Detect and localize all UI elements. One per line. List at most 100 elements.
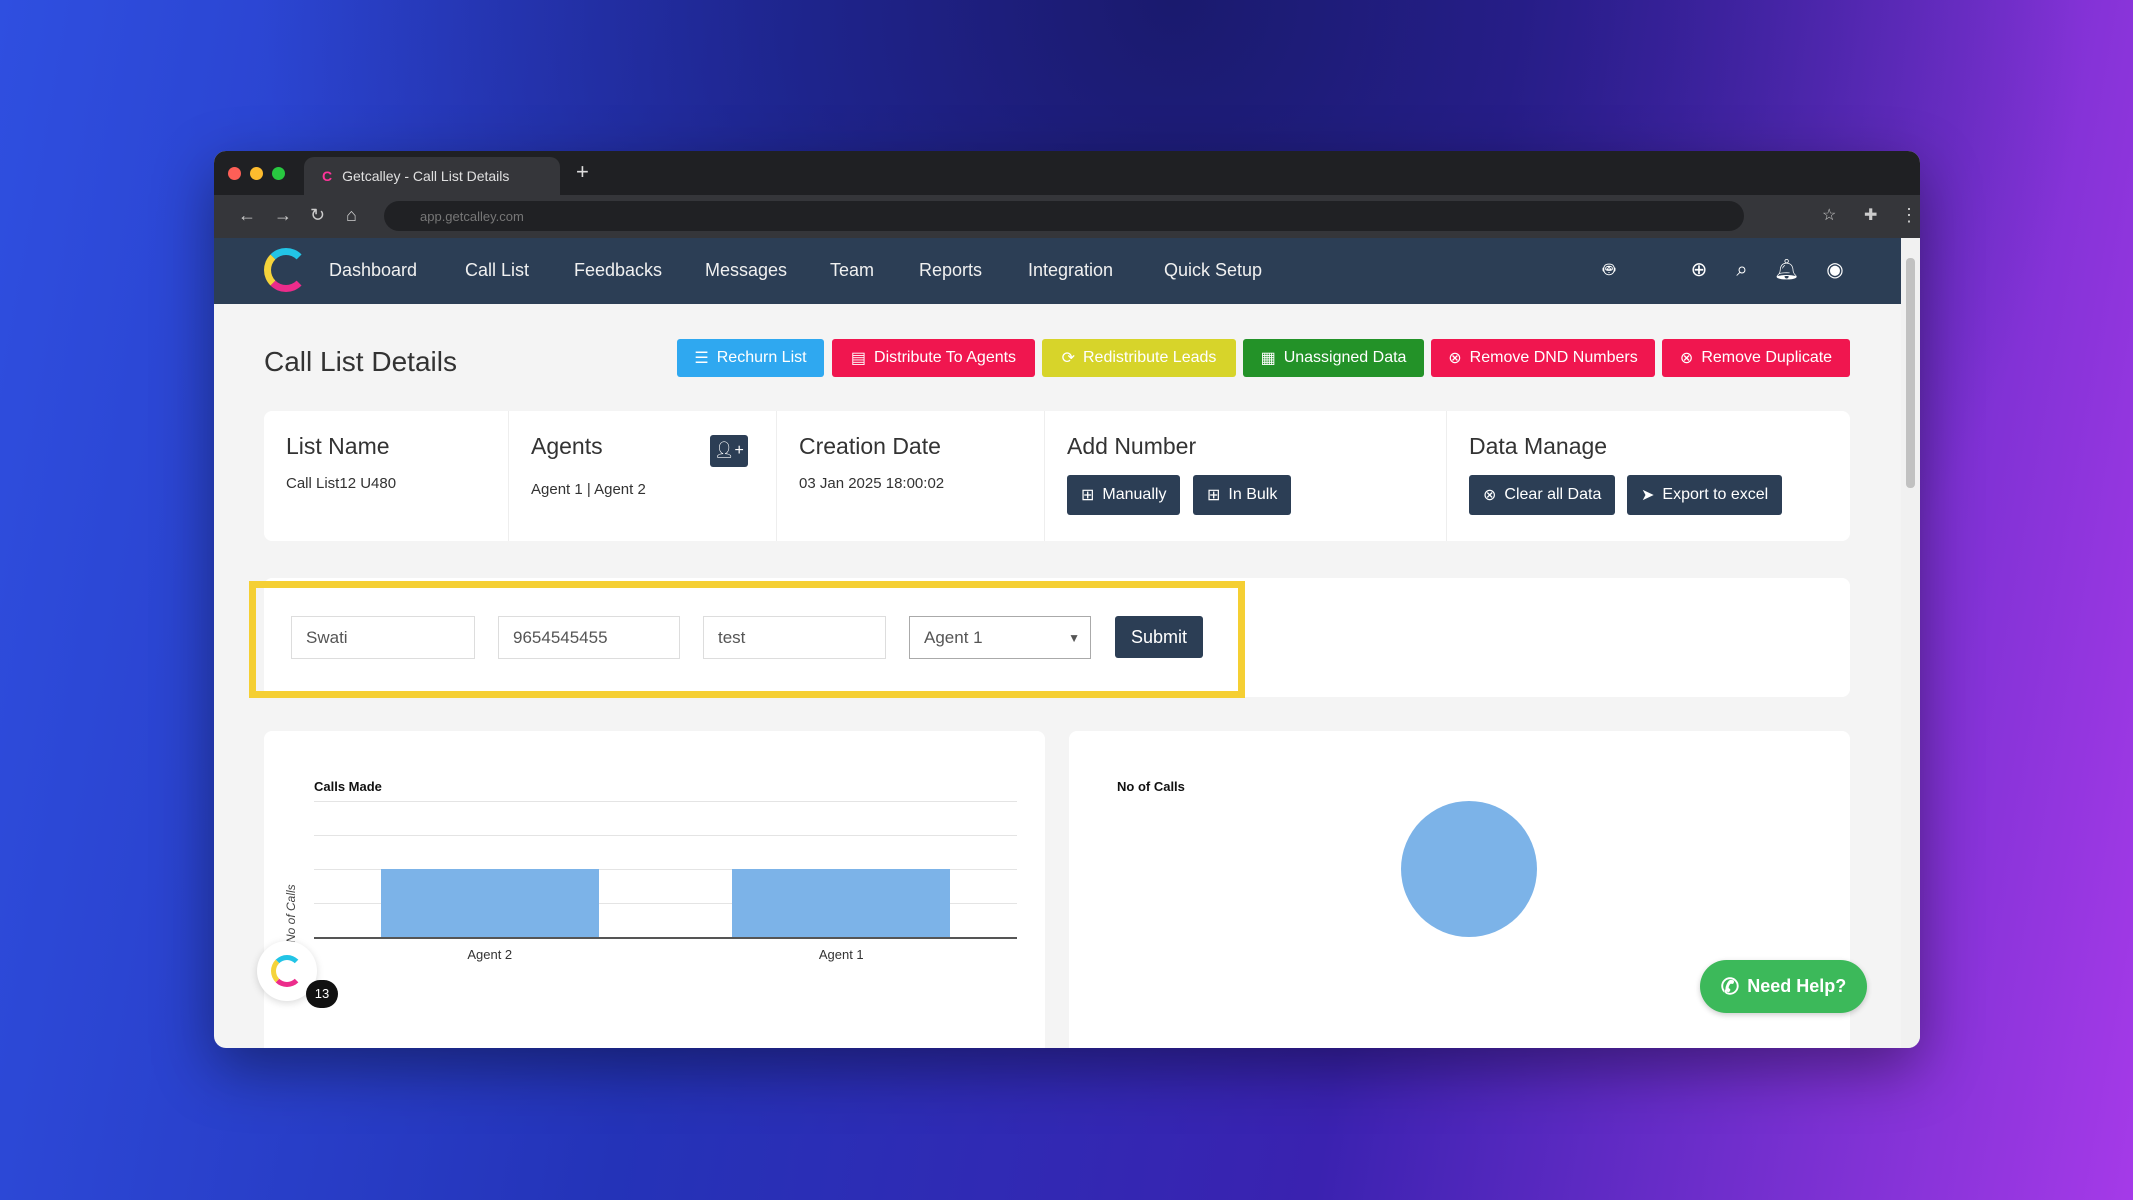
add-bulk-button[interactable]: ⊞ In Bulk (1193, 475, 1292, 515)
x-tick-label: Agent 2 (467, 947, 513, 962)
add-number-label: Add Number (1067, 433, 1197, 459)
creation-date-label: Creation Date (799, 433, 941, 459)
plus-square-icon: ⊞ (1081, 487, 1095, 504)
page-scrollbar[interactable] (1901, 238, 1920, 1048)
add-manually-button[interactable]: ⊞ Manually (1067, 475, 1181, 515)
table-icon: ▦ (1260, 350, 1276, 367)
extensions-icon[interactable]: ✚ (1864, 205, 1877, 225)
action-button-5[interactable]: ⊗ Remove Duplicate (1662, 339, 1850, 377)
action-button-3[interactable]: ▦ Unassigned Data (1243, 339, 1424, 377)
nav-reports[interactable]: Reports (919, 260, 982, 281)
action-button-1[interactable]: ▤ Distribute To Agents (832, 339, 1035, 377)
back-icon[interactable]: ← (238, 205, 256, 226)
nav-call-list[interactable]: Call List (465, 260, 529, 281)
tab-strip: C Getcalley - Call List Details + (214, 151, 1920, 195)
add-number-section: Add Number ⊞ Manually ⊞ In Bulk (1045, 411, 1447, 541)
favicon-icon: C (322, 168, 333, 184)
scrollbar-thumb[interactable] (1906, 258, 1915, 488)
action-button-4[interactable]: ⊗ Remove DND Numbers (1431, 339, 1655, 377)
top-navbar: Dashboard Call List Feedbacks Messages T… (214, 238, 1901, 304)
y-axis-label: No of Calls (284, 884, 298, 943)
action-button-label: Remove DND Numbers (1469, 349, 1638, 366)
remove-circle-icon: ⊗ (1679, 350, 1694, 367)
gridline (314, 835, 1017, 836)
user-icon[interactable]: ◉ (1823, 258, 1847, 282)
maximize-window-button[interactable] (272, 167, 285, 180)
refresh-icon: ⟳ (1061, 350, 1075, 367)
pie-slice (1401, 801, 1537, 937)
action-button-label: Unassigned Data (1283, 349, 1407, 366)
action-button-label: Redistribute Leads (1082, 349, 1217, 366)
nav-team[interactable]: Team (830, 260, 874, 281)
forward-icon[interactable]: → (274, 205, 292, 226)
action-button-label: Rechurn List (716, 349, 807, 366)
android-icon[interactable]: 🤖︎ (1597, 258, 1621, 282)
address-bar-row: ← → ↻ ⌂ app.getcalley.com ☆ ✚ ⋮ (214, 195, 1920, 238)
tab-title: Getcalley - Call List Details (342, 168, 510, 184)
agents-value: Agent 1 | Agent 2 (531, 481, 646, 498)
list-icon: ☰ (694, 350, 709, 367)
url-text: app.getcalley.com (420, 208, 524, 224)
browser-window: C Getcalley - Call List Details + ← → ↻ ⌂… (214, 151, 1920, 1048)
send-arrow-icon: ➤ (1641, 487, 1655, 504)
bookmark-star-icon[interactable]: ☆ (1822, 205, 1836, 225)
close-window-button[interactable] (228, 167, 241, 180)
minimize-window-button[interactable] (250, 167, 263, 180)
button-label: Clear all Data (1504, 486, 1602, 503)
action-button-2[interactable]: ⟳ Redistribute Leads (1042, 339, 1236, 377)
data-manage-section: Data Manage ⊗ Clear all Data ➤ Export to e… (1447, 411, 1850, 541)
remove-circle-icon: ⊗ (1448, 350, 1462, 367)
browser-tab[interactable]: C Getcalley - Call List Details (304, 157, 560, 195)
action-button-0[interactable]: ☰ Rechurn List (677, 339, 824, 377)
support-icon[interactable]: ⊕ (1687, 258, 1711, 282)
action-button-label: Remove Duplicate (1701, 349, 1833, 366)
nav-quick-setup[interactable]: Quick Setup (1164, 260, 1262, 281)
nav-integration[interactable]: Integration (1028, 260, 1113, 281)
need-help-label: Need Help? (1747, 976, 1847, 996)
action-button-label: Distribute To Agents (874, 349, 1017, 366)
home-icon[interactable]: ⌂ (346, 205, 357, 226)
list-name-value: Call List12 U480 (286, 475, 397, 492)
apple-icon[interactable] (1640, 258, 1664, 282)
gridline (314, 801, 1017, 802)
button-label: In Bulk (1228, 486, 1278, 503)
list-info-card: List Name Call List12 U480 Agents Agent … (264, 411, 1850, 541)
creation-date-value: 03 Jan 2025 18:00:02 (799, 475, 945, 492)
button-label: Export to excel (1662, 486, 1769, 503)
bell-icon[interactable]: 🔔︎ (1774, 258, 1799, 282)
search-icon[interactable]: ⌕ (1730, 258, 1754, 282)
clear-all-data-button[interactable]: ⊗ Clear all Data (1469, 475, 1616, 515)
browser-menu-icon[interactable]: ⋮ (1900, 205, 1918, 226)
remove-circle-icon: ⊗ (1483, 487, 1497, 504)
new-tab-button[interactable]: + (576, 159, 589, 185)
bar-agent-2[interactable] (380, 869, 599, 937)
add-agent-button[interactable]: 👤︎+ (710, 435, 748, 467)
nav-feedbacks[interactable]: Feedbacks (574, 260, 662, 281)
reload-icon[interactable]: ↻ (310, 205, 325, 226)
bar-plot-area: Agent 2 Agent 1 (314, 801, 1017, 962)
getcalley-logo[interactable] (264, 248, 308, 292)
nav-dashboard[interactable]: Dashboard (329, 260, 417, 281)
agents-section: Agents Agent 1 | Agent 2 👤︎+ (509, 411, 777, 541)
chart-title: Calls Made (314, 779, 382, 794)
agents-label: Agents (531, 433, 603, 459)
list-name-section: List Name Call List12 U480 (264, 411, 509, 541)
button-label: Manually (1102, 486, 1167, 503)
list-name-label: List Name (286, 433, 390, 459)
nav-messages[interactable]: Messages (705, 260, 787, 281)
plus-square-icon: ⊞ (1207, 487, 1221, 504)
page-title: Call List Details (264, 346, 457, 377)
calls-made-chart-card: Calls Made No of Calls Agent 2 Agent 1 (264, 731, 1045, 1048)
whatsapp-icon: ✆ (1720, 973, 1740, 999)
creation-date-section: Creation Date 03 Jan 2025 18:00:02 (777, 411, 1045, 541)
notification-badge: 13 (306, 980, 338, 1008)
highlight-box (249, 581, 1245, 698)
export-excel-button[interactable]: ➤ Export to excel (1627, 475, 1783, 515)
url-bar[interactable]: app.getcalley.com (384, 201, 1744, 231)
x-axis-line (314, 937, 1017, 939)
x-tick-label: Agent 1 (818, 947, 864, 962)
chart-title: No of Calls (1117, 779, 1185, 794)
bar-agent-1[interactable] (732, 869, 951, 937)
need-help-button[interactable]: ✆ Need Help? (1700, 960, 1867, 1013)
database-icon: ▤ (850, 350, 867, 367)
